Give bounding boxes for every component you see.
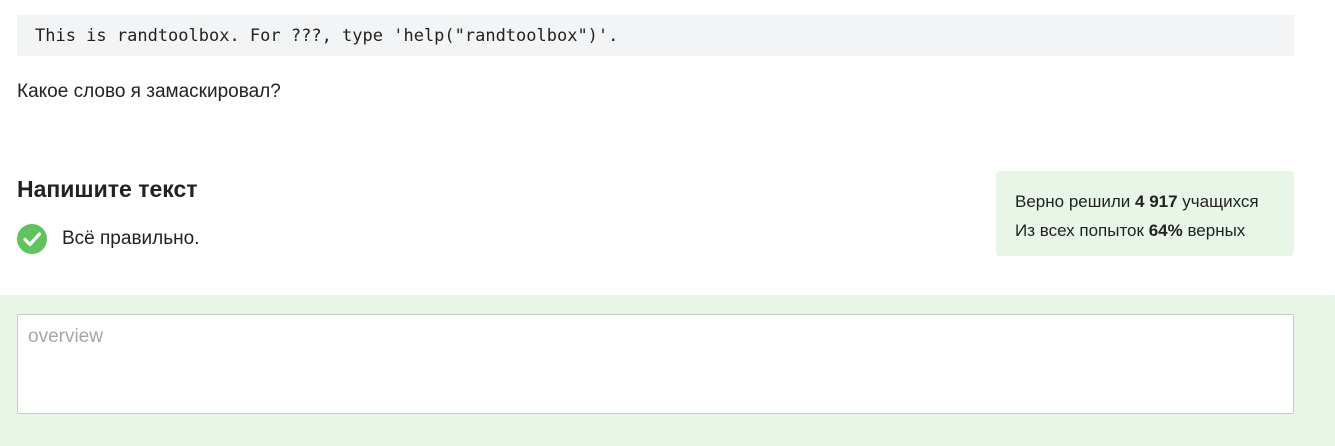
stats-percent-suffix: верных — [1187, 221, 1246, 240]
stats-correct-percent: 64% — [1148, 221, 1183, 240]
stats-solved-suffix: учащихся — [1182, 192, 1259, 211]
answer-zone: overview — [0, 295, 1335, 446]
step-page: This is randtoolbox. For ???, type 'help… — [0, 0, 1335, 446]
stats-percent-prefix: Из всех попыток — [1015, 221, 1144, 240]
check-circle-icon — [17, 224, 47, 254]
code-text: This is randtoolbox. For ???, type 'help… — [35, 25, 619, 46]
result-status: Всё правильно. — [17, 224, 199, 254]
stats-solved-line: Верно решили 4 917 учащихся — [1015, 187, 1275, 216]
stats-solved-prefix: Верно решили — [1015, 192, 1131, 211]
question-text: Какое слово я замаскировал? — [17, 81, 281, 102]
task-title: Напишите текст — [17, 176, 198, 202]
stats-solved-count: 4 917 — [1135, 192, 1178, 211]
stats-panel: Верно решили 4 917 учащихся Из всех попы… — [996, 171, 1294, 256]
answer-field[interactable]: overview — [17, 314, 1294, 414]
code-block: This is randtoolbox. For ???, type 'help… — [17, 15, 1294, 56]
stats-percent-line: Из всех попыток 64% верных — [1015, 216, 1275, 245]
result-text: Всё правильно. — [62, 228, 200, 249]
